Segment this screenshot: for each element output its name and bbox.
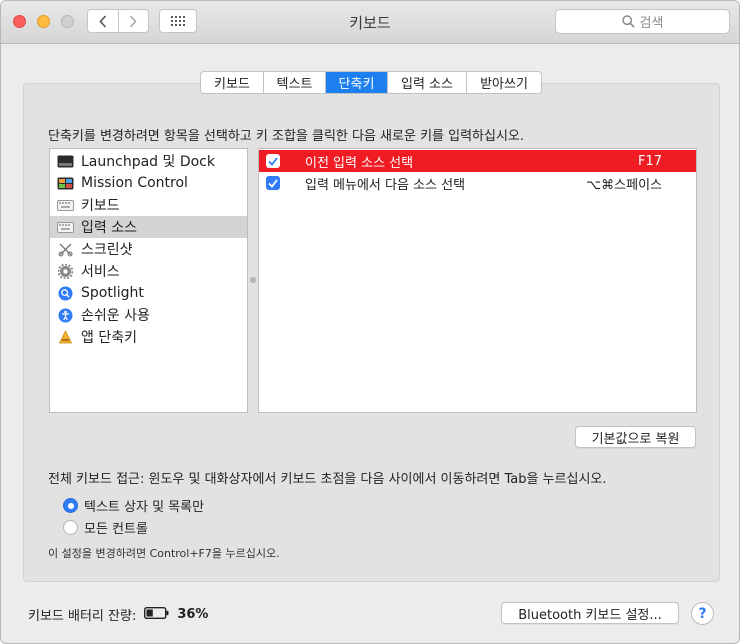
shortcut-row-previous-input-source[interactable]: 이전 입력 소스 선택 F17 xyxy=(259,150,696,172)
battery-status: 키보드 배터리 잔량: 36% xyxy=(28,605,208,624)
category-label: 서비스 xyxy=(81,264,120,280)
category-item-screenshots[interactable]: 스크린샷 xyxy=(50,238,247,260)
help-button[interactable]: ? xyxy=(691,602,714,625)
category-item-spotlight[interactable]: Spotlight xyxy=(50,282,247,304)
tab-keyboard[interactable]: 키보드 xyxy=(201,72,264,93)
radio-text-boxes-and-lists[interactable]: 텍스트 상자 및 목록만 xyxy=(63,496,204,515)
shortcut-checkbox[interactable] xyxy=(266,176,280,190)
restore-defaults-button[interactable]: 기본값으로 복원 xyxy=(575,426,696,448)
category-item-keyboard[interactable]: 키보드 xyxy=(50,194,247,216)
battery-icon xyxy=(144,606,169,623)
shortcut-label: 입력 메뉴에서 다음 소스 선택 xyxy=(305,177,466,193)
category-label: Spotlight xyxy=(81,285,144,301)
spotlight-icon xyxy=(57,286,74,301)
category-list: Launchpad 및 Dock Mission Control 키보드 입력 … xyxy=(49,148,248,413)
gear-icon xyxy=(57,263,74,279)
category-label: 앱 단축키 xyxy=(81,330,137,346)
radio-label: 텍스트 상자 및 목록만 xyxy=(84,500,205,515)
category-item-mission-control[interactable]: Mission Control xyxy=(50,172,247,194)
category-label: 키보드 xyxy=(81,198,120,214)
search-placeholder: 검색 xyxy=(639,16,664,31)
tab-dictation[interactable]: 받아쓰기 xyxy=(467,72,541,93)
checkmark-icon xyxy=(268,178,278,188)
search-input[interactable]: 검색 xyxy=(555,9,730,34)
tab-text[interactable]: 텍스트 xyxy=(264,72,326,93)
full-keyboard-access-label: 전체 키보드 접근: 윈도우 및 대화상자에서 키보드 초점을 다음 사이에서 … xyxy=(48,472,607,487)
radio-button-selected[interactable] xyxy=(63,498,78,513)
shortcut-key[interactable]: F17 xyxy=(638,154,662,169)
category-item-launchpad[interactable]: Launchpad 및 Dock xyxy=(50,150,247,172)
radio-label: 모든 컨트롤 xyxy=(84,522,148,537)
search-icon xyxy=(621,15,635,28)
tab-bar: 키보드 텍스트 단축키 입력 소스 받아쓰기 xyxy=(200,71,542,94)
radio-button[interactable] xyxy=(63,520,78,535)
shortcut-checkbox[interactable] xyxy=(266,154,280,168)
tab-input-sources[interactable]: 입력 소스 xyxy=(388,72,467,93)
category-item-app-shortcuts[interactable]: 앱 단축키 xyxy=(50,326,247,348)
battery-label: 키보드 배터리 잔량: xyxy=(28,609,137,624)
category-label: 스크린샷 xyxy=(81,242,133,258)
category-label: Launchpad 및 Dock xyxy=(81,154,215,170)
category-label: 입력 소스 xyxy=(81,220,137,236)
screenshot-icon xyxy=(57,242,74,257)
category-label: 손쉬운 사용 xyxy=(81,308,150,324)
title-bar: 키보드 검색 xyxy=(1,1,739,44)
app-shortcuts-icon xyxy=(57,329,74,345)
shortcut-label: 이전 입력 소스 선택 xyxy=(305,155,414,171)
preferences-window: 키보드 검색 키보드 텍스트 단축키 입력 소스 받아쓰기 단축키를 변경하려면… xyxy=(0,0,740,644)
shortcut-key[interactable]: ⌥⌘스페이스 xyxy=(586,174,662,193)
category-item-input-sources[interactable]: 입력 소스 xyxy=(50,216,247,238)
category-item-accessibility[interactable]: 손쉬운 사용 xyxy=(50,304,247,326)
control-f7-note: 이 설정을 변경하려면 Control+F7을 누르십시오. xyxy=(48,547,280,560)
mission-control-icon xyxy=(57,176,74,191)
category-label: Mission Control xyxy=(81,175,188,191)
tab-shortcuts[interactable]: 단축키 xyxy=(326,72,388,93)
battery-level: 36% xyxy=(177,607,209,622)
input-source-icon xyxy=(57,220,74,235)
bluetooth-keyboard-setup-button[interactable]: Bluetooth 키보드 설정... xyxy=(501,602,679,624)
radio-all-controls[interactable]: 모든 컨트롤 xyxy=(63,518,148,537)
launchpad-icon xyxy=(57,154,74,169)
checkmark-icon xyxy=(268,156,278,166)
split-view-handle[interactable] xyxy=(250,277,256,283)
category-item-services[interactable]: 서비스 xyxy=(50,260,247,282)
accessibility-icon xyxy=(57,308,74,323)
shortcut-list: 이전 입력 소스 선택 F17 입력 메뉴에서 다음 소스 선택 ⌥⌘스페이스 xyxy=(258,148,697,413)
keyboard-icon xyxy=(57,198,74,213)
shortcut-row-next-input-source[interactable]: 입력 메뉴에서 다음 소스 선택 ⌥⌘스페이스 xyxy=(259,172,696,194)
instruction-text: 단축키를 변경하려면 항목을 선택하고 키 조합을 클릭한 다음 새로운 키를 … xyxy=(48,129,525,144)
